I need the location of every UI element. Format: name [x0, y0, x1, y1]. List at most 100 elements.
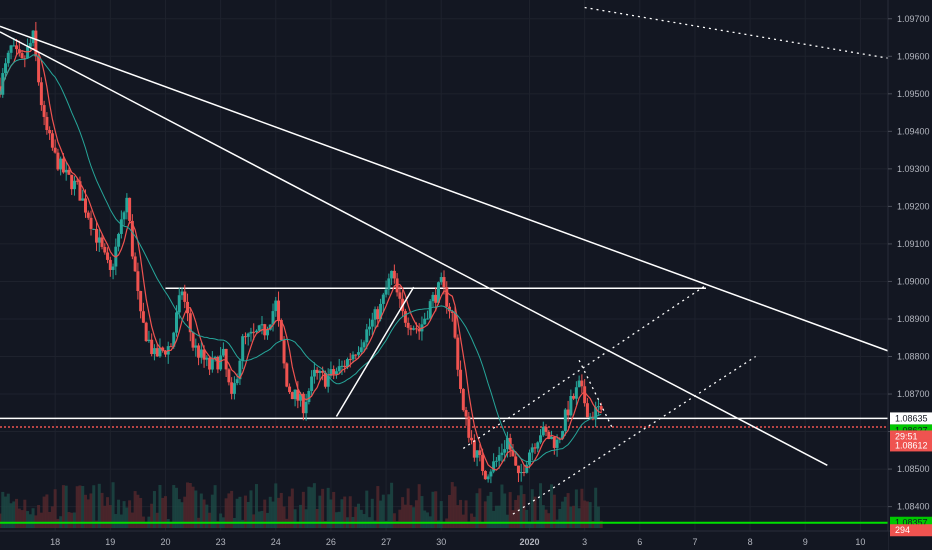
volume-bar	[373, 520, 377, 528]
candle-body	[503, 449, 507, 453]
volume-bar	[81, 485, 85, 528]
candle-body	[180, 291, 184, 296]
price-chart[interactable]: 1.09700 1.09600 1.09500 1.09400 1.09300 1.092…	[0, 0, 932, 550]
candle-body	[136, 271, 140, 292]
candle-body	[89, 217, 93, 229]
volume-bar	[28, 514, 32, 528]
volume-bar	[188, 482, 192, 528]
candle-body	[574, 387, 578, 399]
candle-body	[387, 278, 391, 290]
candle-body	[177, 295, 181, 313]
volume-bar	[577, 508, 581, 528]
candle-body	[530, 447, 534, 453]
volume-bar	[585, 501, 589, 528]
candle-body	[340, 365, 344, 367]
volume-bar	[266, 512, 270, 528]
candle-body	[588, 416, 592, 418]
candle-body	[439, 277, 443, 283]
price-tick-label: 1.09500	[897, 89, 930, 99]
candle-body	[577, 380, 581, 388]
volume-bar	[17, 508, 21, 528]
candle-body	[403, 311, 407, 323]
volume-bar	[213, 485, 217, 528]
volume-bar	[34, 515, 38, 528]
candle-body	[34, 30, 38, 57]
price-tag-label: 294	[895, 525, 910, 535]
candle-body	[235, 379, 239, 384]
volume-bar	[95, 520, 99, 528]
candle-body	[431, 294, 435, 302]
candle-body	[434, 294, 438, 303]
candle-body	[428, 301, 432, 319]
volume-bar	[70, 512, 74, 528]
volume-bar	[470, 513, 474, 528]
volume-bar	[72, 512, 76, 528]
volume-bar	[519, 485, 523, 528]
candle-body	[28, 43, 32, 47]
time-tick-label: 24	[271, 537, 281, 547]
candle-body	[111, 266, 115, 270]
candle-body	[141, 311, 145, 323]
candle-body	[486, 476, 490, 480]
volume-bar	[423, 510, 427, 528]
candle-body	[122, 212, 126, 220]
candle-body	[246, 333, 250, 337]
volume-bar	[541, 505, 545, 528]
candle-body	[56, 152, 60, 170]
candle-body	[282, 340, 286, 364]
candle-body	[152, 348, 156, 355]
candle-body	[475, 450, 479, 458]
time-tick-label: 26	[326, 537, 336, 547]
candle-body	[357, 352, 361, 355]
volume-bar	[337, 511, 341, 528]
volume-bar	[500, 484, 504, 528]
candle-body	[459, 369, 463, 390]
candle-body	[527, 452, 531, 465]
candle-body	[194, 345, 198, 348]
candle-body	[205, 357, 209, 360]
candle-body	[133, 256, 137, 272]
candle-body	[221, 348, 225, 356]
candle-body	[332, 369, 336, 375]
candle-body	[199, 349, 203, 358]
candle-body	[290, 392, 294, 400]
time-tick-label: 3	[582, 537, 587, 547]
candle-body	[241, 336, 245, 361]
volume-bar	[299, 504, 303, 528]
candle-body	[337, 366, 341, 372]
volume-bar	[494, 505, 498, 528]
volume-bar	[464, 500, 468, 528]
candle-body	[67, 169, 71, 175]
volume-bar	[252, 514, 256, 528]
candle-body	[92, 228, 96, 230]
candle-body	[497, 455, 501, 461]
candle-body	[81, 198, 85, 201]
volume-bar	[450, 482, 454, 528]
volume-bar	[128, 500, 132, 528]
candle-body	[53, 147, 57, 153]
candle-body	[412, 328, 416, 330]
volume-bar	[461, 514, 465, 528]
volume-bar	[108, 505, 112, 528]
volume-bar	[92, 485, 96, 528]
candle-body	[461, 389, 465, 411]
candle-body	[351, 354, 355, 360]
price-tag-label: 1.08612	[895, 440, 928, 450]
time-tick-label: 23	[216, 537, 226, 547]
candle-body	[522, 472, 526, 474]
candle-body	[70, 174, 74, 190]
candle-body	[307, 390, 311, 403]
volume-bar	[254, 484, 258, 528]
volume-bar	[544, 509, 548, 528]
candle-body	[370, 319, 374, 327]
candle-body	[539, 435, 543, 443]
volume-bar	[588, 502, 592, 528]
volume-bar	[417, 484, 421, 528]
volume-bar	[75, 486, 79, 528]
volume-bar	[78, 485, 82, 528]
candle-body	[274, 300, 278, 312]
volume-bar	[459, 499, 463, 528]
candle-body	[536, 442, 540, 449]
candle-body	[15, 45, 19, 50]
volume-bar	[61, 485, 65, 528]
